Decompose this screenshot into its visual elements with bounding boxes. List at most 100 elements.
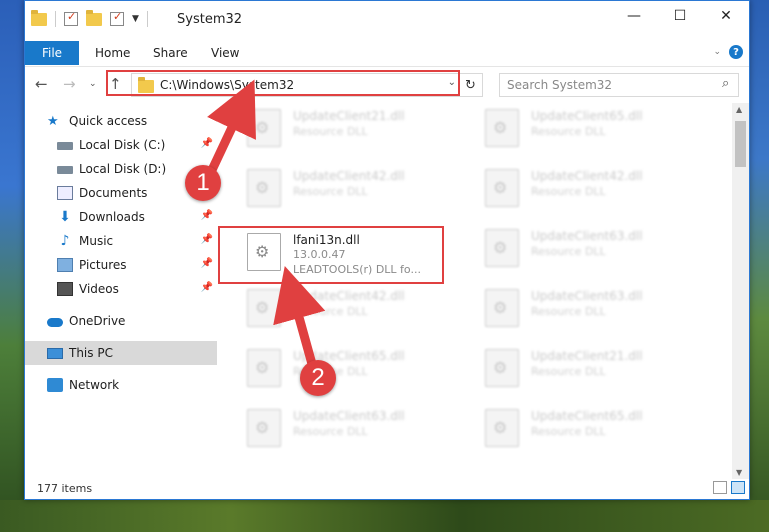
sidebar-item-label: Local Disk (C:) [79, 138, 166, 152]
ribbon-right-controls: ⌄ ? [713, 45, 743, 59]
sidebar-item-label: Documents [79, 186, 148, 200]
list-item[interactable]: UpdateClient63.dll Resource DLL [481, 225, 711, 271]
file-type: Resource DLL [293, 305, 368, 318]
pin-icon[interactable]: 📌 [201, 138, 213, 149]
window-title: System32 [177, 12, 243, 27]
file-type: Resource DLL [531, 305, 606, 318]
file-name: UpdateClient42.dll [293, 289, 405, 303]
recent-locations-icon[interactable]: ⌄ [89, 79, 97, 89]
sidebar-item-quick-access[interactable]: ★ Quick access [25, 109, 217, 133]
sidebar-item-label: Videos [79, 282, 119, 296]
document-icon [57, 186, 73, 200]
expand-ribbon-icon[interactable]: ⌄ [713, 47, 721, 57]
file-type: Resource DLL [531, 185, 606, 198]
status-bar: 177 items [25, 477, 749, 499]
file-name: UpdateClient21.dll [531, 349, 643, 363]
file-type: Resource DLL [531, 365, 606, 378]
step-badge-1: 1 [185, 165, 221, 201]
file-name: UpdateClient63.dll [531, 229, 643, 243]
tab-share[interactable]: Share [153, 46, 188, 60]
sidebar-item-onedrive[interactable]: OneDrive [25, 309, 217, 333]
file-name: UpdateClient65.dll [531, 409, 643, 423]
list-item[interactable]: UpdateClient21.dll Resource DLL [481, 345, 711, 391]
view-toggle [713, 481, 745, 494]
chevron-down-icon[interactable]: ▼ [132, 14, 139, 24]
file-list: UpdateClient21.dll Resource DLL UpdateCl… [243, 103, 733, 465]
sidebar-item-downloads[interactable]: ⬇ Downloads 📌 [25, 205, 217, 229]
list-item[interactable]: UpdateClient63.dll Resource DLL [481, 285, 711, 331]
desktop-background-bottom [0, 500, 769, 532]
desktop-background-right [750, 0, 769, 532]
minimize-button[interactable]: — [611, 1, 657, 31]
pin-icon[interactable]: 📌 [201, 210, 213, 221]
list-item[interactable]: UpdateClient65.dll Resource DLL [481, 405, 711, 451]
quick-access-toolbar: ▼ [31, 9, 148, 27]
sidebar-item-label: Network [69, 378, 120, 392]
dll-file-icon [247, 109, 281, 147]
refresh-icon[interactable]: ↻ [458, 74, 482, 96]
customize-toolbar-icon[interactable] [110, 10, 124, 26]
folder-icon [31, 9, 47, 26]
step-badge-2: 2 [300, 360, 336, 396]
video-icon [57, 282, 73, 296]
ribbon-tabs: File Home Share View ⌄ ? [25, 39, 749, 67]
vertical-scrollbar[interactable]: ▲ ▼ [732, 103, 749, 479]
dll-file-icon [247, 409, 281, 447]
dll-file-icon [485, 229, 519, 267]
file-name: UpdateClient65.dll [531, 109, 643, 123]
pin-icon[interactable]: 📌 [201, 234, 213, 245]
list-item[interactable]: UpdateClient42.dll Resource DLL [243, 165, 473, 211]
file-type: Resource DLL [293, 125, 368, 138]
pictures-icon [57, 258, 73, 272]
maximize-button[interactable]: ☐ [657, 1, 703, 31]
file-type: Resource DLL [293, 425, 368, 438]
sidebar-item-this-pc[interactable]: This PC [25, 341, 217, 365]
sidebar-item-label: This PC [69, 346, 113, 360]
pin-icon[interactable]: 📌 [201, 282, 213, 293]
window-controls: — ☐ ✕ [611, 1, 749, 31]
scrollbar-thumb[interactable] [735, 121, 746, 167]
download-icon: ⬇ [59, 209, 71, 225]
search-icon[interactable]: ⌕ [722, 76, 743, 91]
file-type: Resource DLL [531, 425, 606, 438]
star-icon: ★ [47, 114, 59, 129]
forward-arrow-icon[interactable]: → [63, 75, 76, 93]
file-name: UpdateClient42.dll [293, 169, 405, 183]
list-item[interactable]: UpdateClient63.dll Resource DLL [243, 405, 473, 451]
sidebar-item-label: Quick access [69, 114, 148, 128]
details-view-icon[interactable] [713, 481, 727, 494]
tab-view[interactable]: View [211, 46, 239, 60]
list-item[interactable]: UpdateClient21.dll Resource DLL [243, 105, 473, 151]
toolbar-divider [55, 11, 56, 27]
music-icon: ♪ [60, 233, 70, 249]
list-item[interactable]: UpdateClient42.dll Resource DLL [243, 285, 473, 331]
sidebar-item-network[interactable]: Network [25, 373, 217, 397]
list-item[interactable]: UpdateClient65.dll Resource DLL [243, 345, 473, 391]
scroll-up-icon[interactable]: ▲ [736, 105, 742, 114]
dll-file-icon [247, 349, 281, 387]
properties-icon[interactable] [64, 10, 78, 26]
dll-file-icon [485, 289, 519, 327]
sidebar-item-local-disk-c[interactable]: Local Disk (C:) 📌 [25, 133, 217, 157]
list-item[interactable]: UpdateClient42.dll Resource DLL [481, 165, 711, 211]
pin-icon[interactable]: 📌 [201, 258, 213, 269]
sidebar-item-pictures[interactable]: Pictures 📌 [25, 253, 217, 277]
scroll-down-icon[interactable]: ▼ [736, 468, 742, 477]
list-item[interactable]: UpdateClient65.dll Resource DLL [481, 105, 711, 151]
large-icons-view-icon[interactable] [731, 481, 745, 494]
dll-file-icon [485, 169, 519, 207]
help-icon[interactable]: ? [729, 45, 743, 59]
dll-file-icon [485, 349, 519, 387]
search-input[interactable]: Search System32 [499, 73, 739, 97]
back-arrow-icon[interactable]: ← [35, 75, 48, 93]
new-folder-icon[interactable] [86, 9, 102, 26]
tab-file[interactable]: File [25, 41, 79, 65]
sidebar-item-label: Music [79, 234, 114, 248]
sidebar-item-videos[interactable]: Videos 📌 [25, 277, 217, 301]
toolbar-divider [146, 11, 148, 27]
dll-file-icon [485, 409, 519, 447]
close-button[interactable]: ✕ [703, 1, 749, 31]
network-icon [47, 378, 63, 392]
sidebar-item-music[interactable]: ♪ Music 📌 [25, 229, 217, 253]
tab-home[interactable]: Home [95, 46, 130, 60]
